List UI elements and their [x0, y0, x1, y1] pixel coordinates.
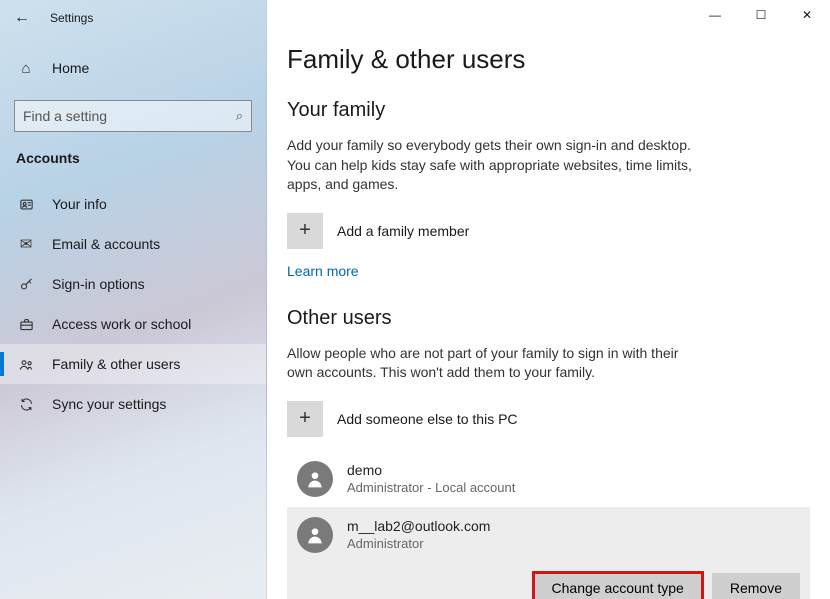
people-icon — [16, 357, 36, 372]
user-info: demo Administrator - Local account — [347, 462, 515, 495]
key-icon — [16, 277, 36, 292]
add-someone-label: Add someone else to this PC — [337, 411, 518, 427]
titlebar: ← Settings — [0, 0, 266, 36]
sidebar: ← Settings ⌂ Home ⌕ Accounts Your info ✉… — [0, 0, 267, 599]
sidebar-item-label: Email & accounts — [52, 236, 160, 252]
plus-icon: + — [299, 219, 311, 242]
other-user-row[interactable]: demo Administrator - Local account — [287, 451, 810, 507]
back-icon: ← — [14, 9, 30, 27]
user-name: m__lab2@outlook.com — [347, 518, 490, 534]
change-account-type-button[interactable]: Change account type — [534, 573, 702, 599]
add-someone-button[interactable]: + — [287, 401, 323, 437]
close-icon: ✕ — [802, 8, 812, 22]
user-role: Administrator - Local account — [347, 480, 515, 495]
search-box[interactable]: ⌕ — [14, 100, 252, 132]
window-title: Settings — [50, 11, 93, 25]
sidebar-item-access-work-school[interactable]: Access work or school — [0, 304, 266, 344]
search-icon: ⌕ — [236, 108, 243, 124]
avatar — [297, 461, 333, 497]
search-container: ⌕ — [0, 92, 266, 142]
other-users-desc: Allow people who are not part of your fa… — [287, 344, 707, 383]
close-button[interactable]: ✕ — [784, 0, 830, 30]
sidebar-item-signin-options[interactable]: Sign-in options — [0, 264, 266, 304]
add-family-member-label: Add a family member — [337, 223, 469, 239]
briefcase-icon — [16, 317, 36, 332]
sidebar-home-label: Home — [52, 60, 89, 76]
sidebar-section: Accounts — [0, 142, 266, 180]
other-users-title: Other users — [287, 307, 810, 330]
sidebar-item-label: Sign-in options — [52, 276, 145, 292]
plus-icon: + — [299, 407, 311, 430]
your-family-title: Your family — [287, 99, 810, 122]
add-family-member-button[interactable]: + — [287, 213, 323, 249]
sidebar-item-label: Family & other users — [52, 356, 180, 372]
user-name: demo — [347, 462, 515, 478]
main-content: — ☐ ✕ Family & other users Your family A… — [267, 0, 830, 599]
maximize-button[interactable]: ☐ — [738, 0, 784, 30]
other-user-row-selected[interactable]: m__lab2@outlook.com Administrator Change… — [287, 507, 810, 599]
minimize-icon: — — [709, 8, 721, 22]
sidebar-item-label: Sync your settings — [52, 396, 166, 412]
home-icon: ⌂ — [16, 60, 36, 77]
back-button[interactable]: ← — [8, 4, 36, 32]
remove-user-button[interactable]: Remove — [712, 573, 800, 599]
sidebar-home[interactable]: ⌂ Home — [0, 48, 266, 88]
window-controls: — ☐ ✕ — [692, 0, 830, 30]
add-family-member-row[interactable]: + Add a family member — [287, 213, 810, 249]
your-family-desc: Add your family so everybody gets their … — [287, 136, 707, 195]
person-icon — [16, 197, 36, 212]
minimize-button[interactable]: — — [692, 0, 738, 30]
nav-list: Your info ✉ Email & accounts Sign-in opt… — [0, 184, 266, 424]
user-role: Administrator — [347, 536, 490, 551]
sidebar-item-label: Your info — [52, 196, 107, 212]
sidebar-item-your-info[interactable]: Your info — [0, 184, 266, 224]
search-input[interactable] — [23, 108, 236, 124]
sidebar-item-family-other-users[interactable]: Family & other users — [0, 344, 266, 384]
maximize-icon: ☐ — [756, 8, 767, 22]
learn-more-link[interactable]: Learn more — [287, 263, 359, 279]
page-title: Family & other users — [287, 44, 810, 75]
user-info: m__lab2@outlook.com Administrator — [347, 518, 490, 551]
user-actions: Change account type Remove — [287, 567, 810, 599]
avatar — [297, 517, 333, 553]
sidebar-item-label: Access work or school — [52, 316, 191, 332]
sidebar-item-email-accounts[interactable]: ✉ Email & accounts — [0, 224, 266, 264]
add-someone-row[interactable]: + Add someone else to this PC — [287, 401, 810, 437]
sync-icon — [16, 397, 36, 412]
sidebar-item-sync-settings[interactable]: Sync your settings — [0, 384, 266, 424]
mail-icon: ✉ — [16, 235, 36, 253]
